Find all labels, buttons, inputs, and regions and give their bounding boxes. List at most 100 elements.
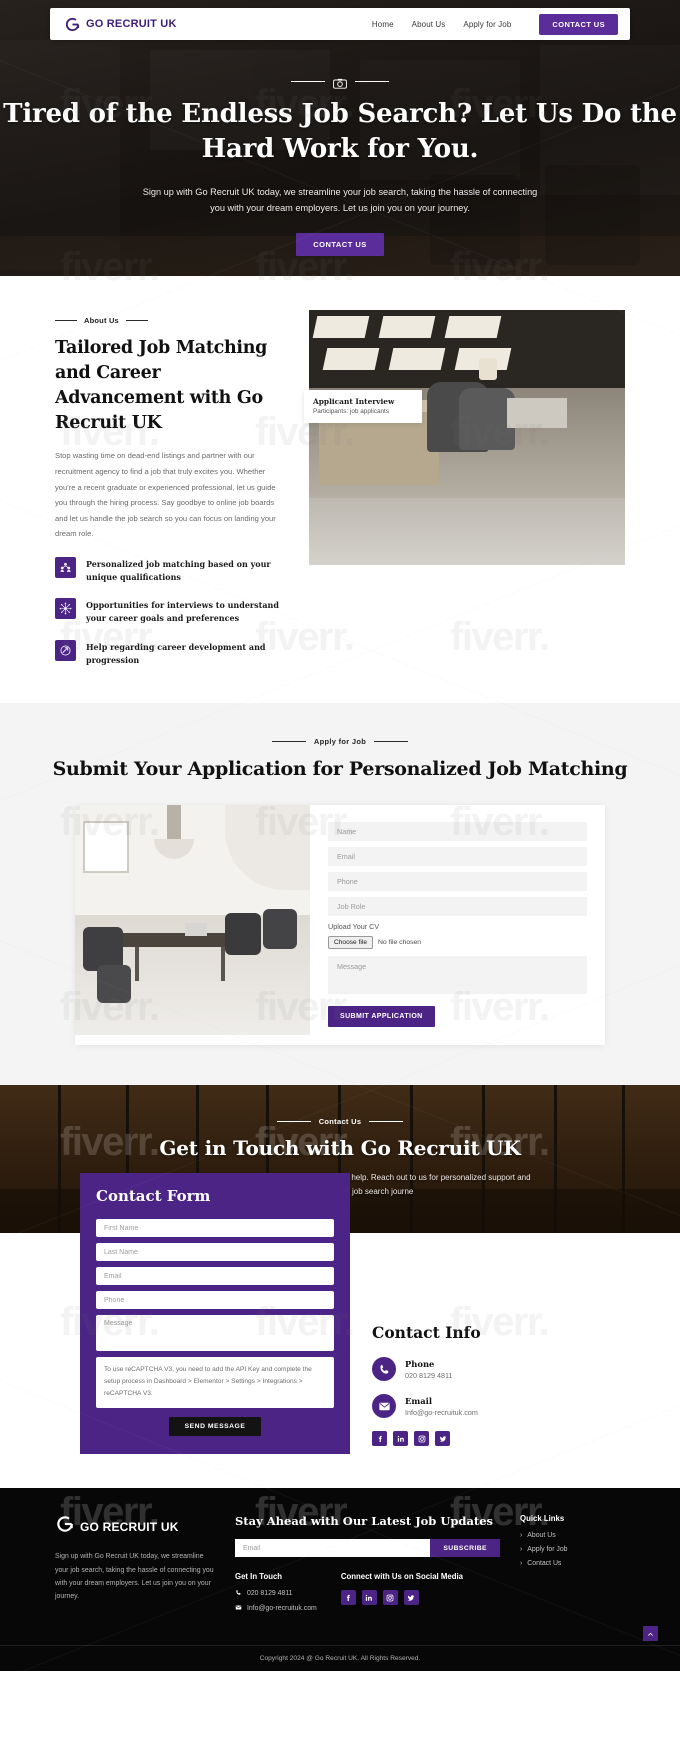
main-navbar: GO RECRUIT UK Home About Us Apply for Jo… — [50, 8, 630, 40]
envelope-icon — [235, 1604, 242, 1613]
footer-brand-column: GO RECRUIT UK Sign up with Go Recruit UK… — [55, 1514, 215, 1619]
divider-line-left — [55, 320, 77, 321]
contact-info-item: Email Info@go-recruituk.com — [372, 1394, 680, 1419]
facebook-icon[interactable] — [340, 1590, 356, 1606]
instagram-icon[interactable] — [414, 1431, 429, 1447]
contact-form-card: Contact Form To use reCAPTCHA V3, you ne… — [80, 1173, 350, 1454]
nav-contact-us-button[interactable]: CONTACT US — [539, 13, 618, 35]
linkedin-icon[interactable] — [361, 1590, 377, 1606]
divider-line-right — [369, 1121, 404, 1123]
newsletter-email-input[interactable] — [235, 1539, 431, 1558]
quick-links-title: Quick Links — [520, 1514, 565, 1524]
contact-info-label: Email — [405, 1395, 433, 1406]
chevron-up-icon — [647, 1625, 654, 1643]
quick-link-label: Contact Us — [527, 1560, 562, 1568]
photo-card-title: Applicant Interview — [313, 397, 395, 406]
phone-icon — [235, 1589, 242, 1598]
application-phone-input[interactable] — [328, 872, 587, 892]
contact-info-value[interactable]: Info@go-recruituk.com — [405, 1408, 478, 1417]
nav-item-home[interactable]: Home — [372, 20, 394, 29]
quick-link-about-us[interactable]: › About Us — [520, 1532, 625, 1539]
contact-social-links — [372, 1431, 680, 1447]
quick-link-contact-us[interactable]: › Contact Us — [520, 1560, 625, 1567]
network-nodes-icon — [55, 598, 76, 620]
nav-links: Home About Us Apply for Job CONTACT US — [372, 13, 618, 35]
footer-brand-name: GO RECRUIT UK — [80, 1519, 179, 1534]
send-message-button[interactable]: SEND MESSAGE — [168, 1416, 262, 1436]
contact-info-block: Contact Info Phone 020 8129 4811 Email I… — [372, 1233, 680, 1447]
quick-link-label: Apply for Job — [527, 1546, 568, 1554]
newsletter-form: SUBSCRIBE — [235, 1539, 500, 1558]
nav-item-apply-for-job[interactable]: Apply for Job — [463, 20, 511, 29]
facebook-icon[interactable] — [372, 1431, 387, 1447]
about-office-image — [309, 310, 625, 565]
apply-eyebrow-label: Apply for Job — [313, 736, 367, 746]
cv-file-row: Choose file No file chosen — [328, 936, 587, 950]
g-circle-logo-icon — [64, 16, 81, 33]
contact-info-title: Contact Info — [372, 1323, 481, 1343]
footer-quick-links-column: Quick Links › About Us › Apply for Job ›… — [520, 1514, 625, 1619]
phone-icon — [372, 1357, 396, 1382]
choose-file-button[interactable]: Choose file — [328, 936, 373, 950]
application-job-role-input[interactable] — [328, 897, 587, 917]
footer-brand[interactable]: GO RECRUIT UK — [55, 1514, 215, 1539]
about-feature-item: Personalized job matching based on your … — [55, 556, 285, 584]
nav-item-about-us[interactable]: About Us — [412, 20, 446, 29]
instagram-icon[interactable] — [382, 1590, 398, 1606]
apply-office-image — [75, 805, 310, 1036]
newsletter-heading: Stay Ahead with Our Latest Job Updates — [235, 1514, 494, 1529]
footer-copyright: Copyright 2024 @ Go Recruit UK. All Righ… — [0, 1645, 680, 1671]
chevron-right-icon: › — [520, 1560, 523, 1568]
photo-card-subtitle: Participants: job applicants — [313, 408, 390, 415]
about-eyebrow: About Us — [55, 316, 285, 325]
application-name-input[interactable] — [328, 822, 587, 842]
footer-email-row[interactable]: Info@go-recruituk.com — [235, 1604, 317, 1613]
apply-card: Upload Your CV Choose file No file chose… — [75, 805, 605, 1046]
footer-about-text: Sign up with Go Recruit UK today, we str… — [55, 1553, 214, 1601]
subscribe-button[interactable]: SUBSCRIBE — [430, 1539, 500, 1558]
divider-line-right — [355, 81, 389, 82]
about-feature-item: Opportunities for interviews to understa… — [55, 598, 285, 625]
brand-logo[interactable]: GO RECRUIT UK — [64, 16, 177, 33]
linkedin-icon[interactable] — [393, 1431, 408, 1447]
contact-eyebrow: Contact Us — [0, 1117, 680, 1126]
social-media-title: Connect with Us on Social Media — [340, 1572, 463, 1582]
back-to-top-button[interactable] — [643, 1625, 658, 1643]
submit-application-button[interactable]: SUBMIT APPLICATION — [328, 1006, 435, 1028]
footer-newsletter-column: Stay Ahead with Our Latest Job Updates S… — [235, 1514, 500, 1619]
footer-social-column: Connect with Us on Social Media — [340, 1572, 463, 1619]
contact-first-name-input[interactable] — [96, 1219, 334, 1238]
footer-phone-row[interactable]: 020 8129 4811 — [235, 1589, 317, 1598]
twitter-icon[interactable] — [435, 1431, 450, 1447]
contact-last-name-input[interactable] — [96, 1243, 334, 1262]
about-feature-text: Help regarding career development and pr… — [86, 641, 266, 665]
camera-icon — [333, 76, 347, 89]
contact-email-input[interactable] — [96, 1267, 334, 1286]
hero-subtitle: Sign up with Go Recruit UK today, we str… — [142, 186, 538, 213]
contact-section: Contact Us Get in Touch with Go Recruit … — [0, 1085, 680, 1489]
contact-info-label: Phone — [405, 1358, 435, 1369]
about-body: Stop wasting time on dead-end listings a… — [55, 451, 276, 539]
about-heading: Tailored Job Matching and Career Advance… — [55, 338, 268, 433]
contact-message-textarea[interactable] — [96, 1315, 334, 1352]
footer-get-in-touch: Get In Touch 020 8129 4811 Info@go-recru… — [235, 1572, 317, 1619]
about-feature-text: Personalized job matching based on your … — [86, 558, 271, 582]
file-status-text: No file chosen — [378, 939, 422, 947]
hero-contact-us-button[interactable]: CONTACT US — [296, 232, 384, 256]
people-group-icon — [55, 556, 76, 578]
contact-heading: Get in Touch with Go Recruit UK — [159, 1136, 521, 1161]
application-message-textarea[interactable] — [328, 956, 587, 995]
twitter-icon[interactable] — [403, 1590, 419, 1606]
upload-cv-label: Upload Your CV — [328, 922, 380, 932]
apply-section: Apply for Job Submit Your Application fo… — [0, 702, 680, 1086]
application-email-input[interactable] — [328, 847, 587, 867]
footer-social-links — [340, 1590, 463, 1606]
footer-email-value: Info@go-recruituk.com — [247, 1605, 317, 1613]
contact-info-value[interactable]: 020 8129 4811 — [405, 1371, 452, 1380]
site-footer: GO RECRUIT UK Sign up with Go Recruit UK… — [0, 1488, 680, 1672]
contact-phone-input[interactable] — [96, 1291, 334, 1310]
chevron-right-icon: › — [520, 1532, 523, 1540]
chevron-right-icon: › — [520, 1546, 523, 1554]
quick-link-apply-for-job[interactable]: › Apply for Job — [520, 1546, 625, 1553]
about-section: About Us Tailored Job Matching and Caree… — [0, 276, 680, 703]
